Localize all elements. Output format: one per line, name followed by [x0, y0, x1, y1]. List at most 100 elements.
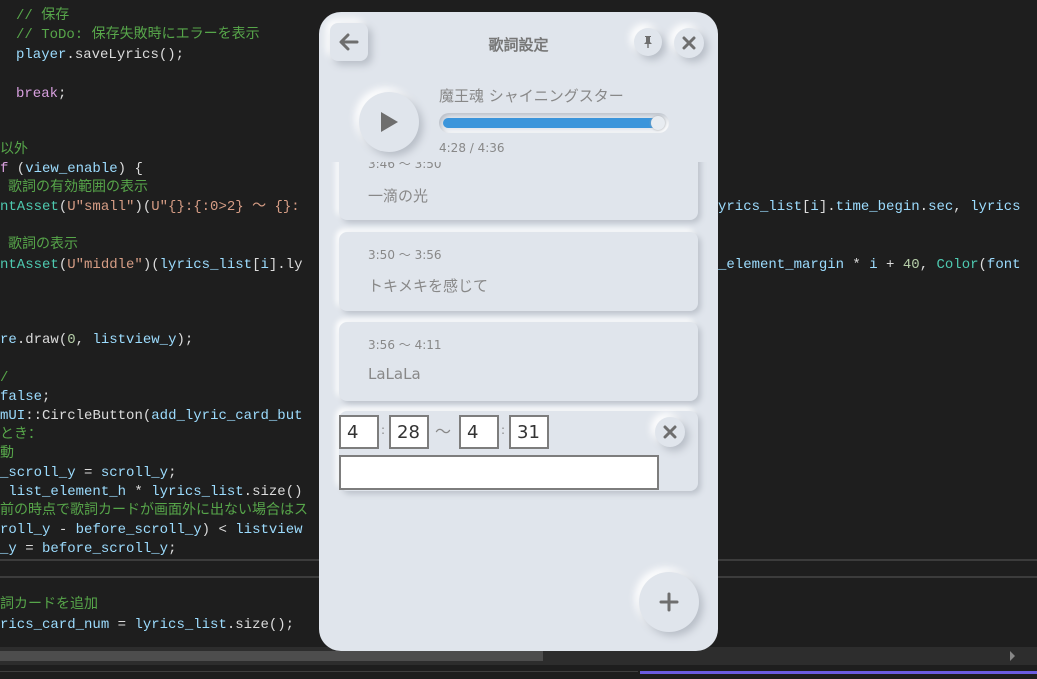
code-token: ( [58, 257, 68, 273]
code-token: 歌詞の表示 [8, 237, 78, 253]
code-line: 動 [0, 445, 14, 464]
code-token: . [226, 617, 236, 633]
close-button[interactable] [674, 28, 704, 58]
close-icon [682, 36, 696, 50]
code-token: )( [134, 199, 152, 215]
code-token: - [50, 522, 76, 538]
code-token: ) < [201, 522, 236, 538]
code-token: * [844, 257, 870, 273]
code-line: 前の時点で歌詞カードが画面外に出ない場合はス [0, 502, 308, 521]
code-token: draw [25, 332, 59, 348]
add-lyric-card-button[interactable] [639, 572, 699, 632]
code-token: , [953, 199, 971, 215]
close-icon [663, 425, 677, 439]
song-title: 魔王魂 シャイニングスター [439, 87, 624, 105]
code-token: = [75, 465, 101, 481]
code-token: view_enable [25, 161, 118, 177]
scroll-right-arrow-icon[interactable] [1010, 651, 1015, 661]
code-token: player [16, 47, 67, 63]
code-token: _element_margin [718, 257, 845, 273]
code-token: 前の時点で歌詞カードが画面外に出ない場合はス [0, 503, 308, 519]
code-token: / [0, 370, 9, 386]
pin-button[interactable] [634, 28, 662, 56]
plus-icon [659, 592, 679, 612]
scrollbar-thumb[interactable] [0, 651, 543, 661]
lyric-time-range: 3:50 〜 3:56 [368, 248, 442, 262]
code-token: sec [928, 199, 954, 215]
code-token: lyrics_list [151, 484, 244, 500]
colon: : [501, 423, 506, 437]
code-token: 歌詞の有効範囲の表示 [8, 180, 148, 196]
code-token: ; [42, 389, 51, 405]
play-icon [381, 112, 398, 132]
code-token: ]. [818, 199, 836, 215]
code-token: ntAsset [0, 257, 59, 273]
code-token: rics_card_num [0, 617, 110, 633]
code-token: ( [978, 257, 987, 273]
code-line: 以外 [0, 141, 28, 160]
code-token: )( [142, 257, 160, 273]
code-token: yrics_list [718, 199, 803, 215]
lyric-card[interactable]: 3:56 〜 4:11 LaLaLa [339, 322, 698, 401]
end-minute-input[interactable]: 4 [459, 415, 499, 449]
code-line: 歌詞の有効範囲の表示 [8, 179, 148, 198]
code-line: false; [0, 388, 50, 407]
code-token: listview [235, 522, 303, 538]
code-token: i [810, 199, 819, 215]
code-line: f (view_enable) { [0, 160, 143, 179]
lyric-text: 一滴の光 [368, 187, 429, 205]
code-token: false [0, 389, 43, 405]
code-token: , [919, 257, 937, 273]
code-line: 詞カードを追加 [0, 596, 98, 615]
seek-progress-fill [443, 118, 659, 128]
code-token: ); [176, 332, 194, 348]
colon: : [381, 423, 386, 437]
code-token: . [243, 484, 253, 500]
code-token: // 保存 [16, 8, 70, 24]
code-token: . [919, 199, 929, 215]
code-token: ; [168, 465, 177, 481]
lyric-card[interactable]: 3:46 〜 3:50 一滴の光 [339, 162, 698, 220]
code-token: = [109, 617, 135, 633]
code-line: re.draw(0, listview_y); [0, 331, 193, 350]
code-token: re [0, 332, 17, 348]
lyric-text-input[interactable] [339, 455, 659, 490]
code-token: scroll_y [100, 465, 169, 481]
seek-handle[interactable] [651, 116, 666, 130]
lyric-time-range: 3:56 〜 4:11 [368, 338, 442, 352]
start-second-input[interactable]: 28 [389, 415, 429, 449]
code-token: break [16, 86, 59, 102]
bottom-panel-active [640, 671, 1037, 679]
code-line: とき： [0, 426, 42, 445]
start-minute-input[interactable]: 4 [339, 415, 379, 449]
code-token: roll_y [0, 522, 51, 538]
code-token: . [66, 47, 75, 63]
lyric-text: LaLaLa [368, 365, 421, 383]
code-token: 以外 [0, 142, 28, 158]
code-token: ; [168, 541, 177, 557]
code-token: () [285, 484, 303, 500]
seek-slider[interactable] [439, 113, 669, 133]
code-token: // ToDo: 保存失敗時にエラーを表示 [16, 27, 260, 43]
delete-card-button[interactable] [655, 417, 685, 447]
code-line: _element_margin * i + 40, Color(font [718, 256, 1021, 275]
code-token: 詞カードを追加 [0, 597, 98, 613]
code-line: break; [16, 85, 66, 104]
code-token: ( [58, 332, 68, 348]
code-line: yrics_list[i].time_begin.sec, lyrics [718, 198, 1021, 217]
code-token: U"{}:{:0>2} 〜 {}: [151, 199, 300, 215]
code-token: ].ly [268, 257, 303, 273]
code-token: . [16, 332, 26, 348]
code-line: / [0, 369, 8, 388]
lyric-card[interactable]: 3:50 〜 3:56 トキメキを感じて [339, 232, 698, 311]
code-token: = [16, 541, 43, 557]
code-line: _y = before_scroll_y; [0, 540, 176, 559]
lyrics-card-list[interactable]: 3:46 〜 3:50 一滴の光 3:50 〜 3:56 トキメキを感じて 3:… [319, 162, 718, 562]
play-button[interactable] [359, 92, 419, 152]
code-line: // 保存 [16, 7, 69, 26]
code-line: list_element_h * lyrics_list.size() [0, 483, 303, 502]
end-second-input[interactable]: 31 [509, 415, 549, 449]
code-token: i [260, 257, 269, 273]
playback-time: 4:28 / 4:36 [439, 141, 505, 155]
code-token: size [235, 617, 269, 633]
